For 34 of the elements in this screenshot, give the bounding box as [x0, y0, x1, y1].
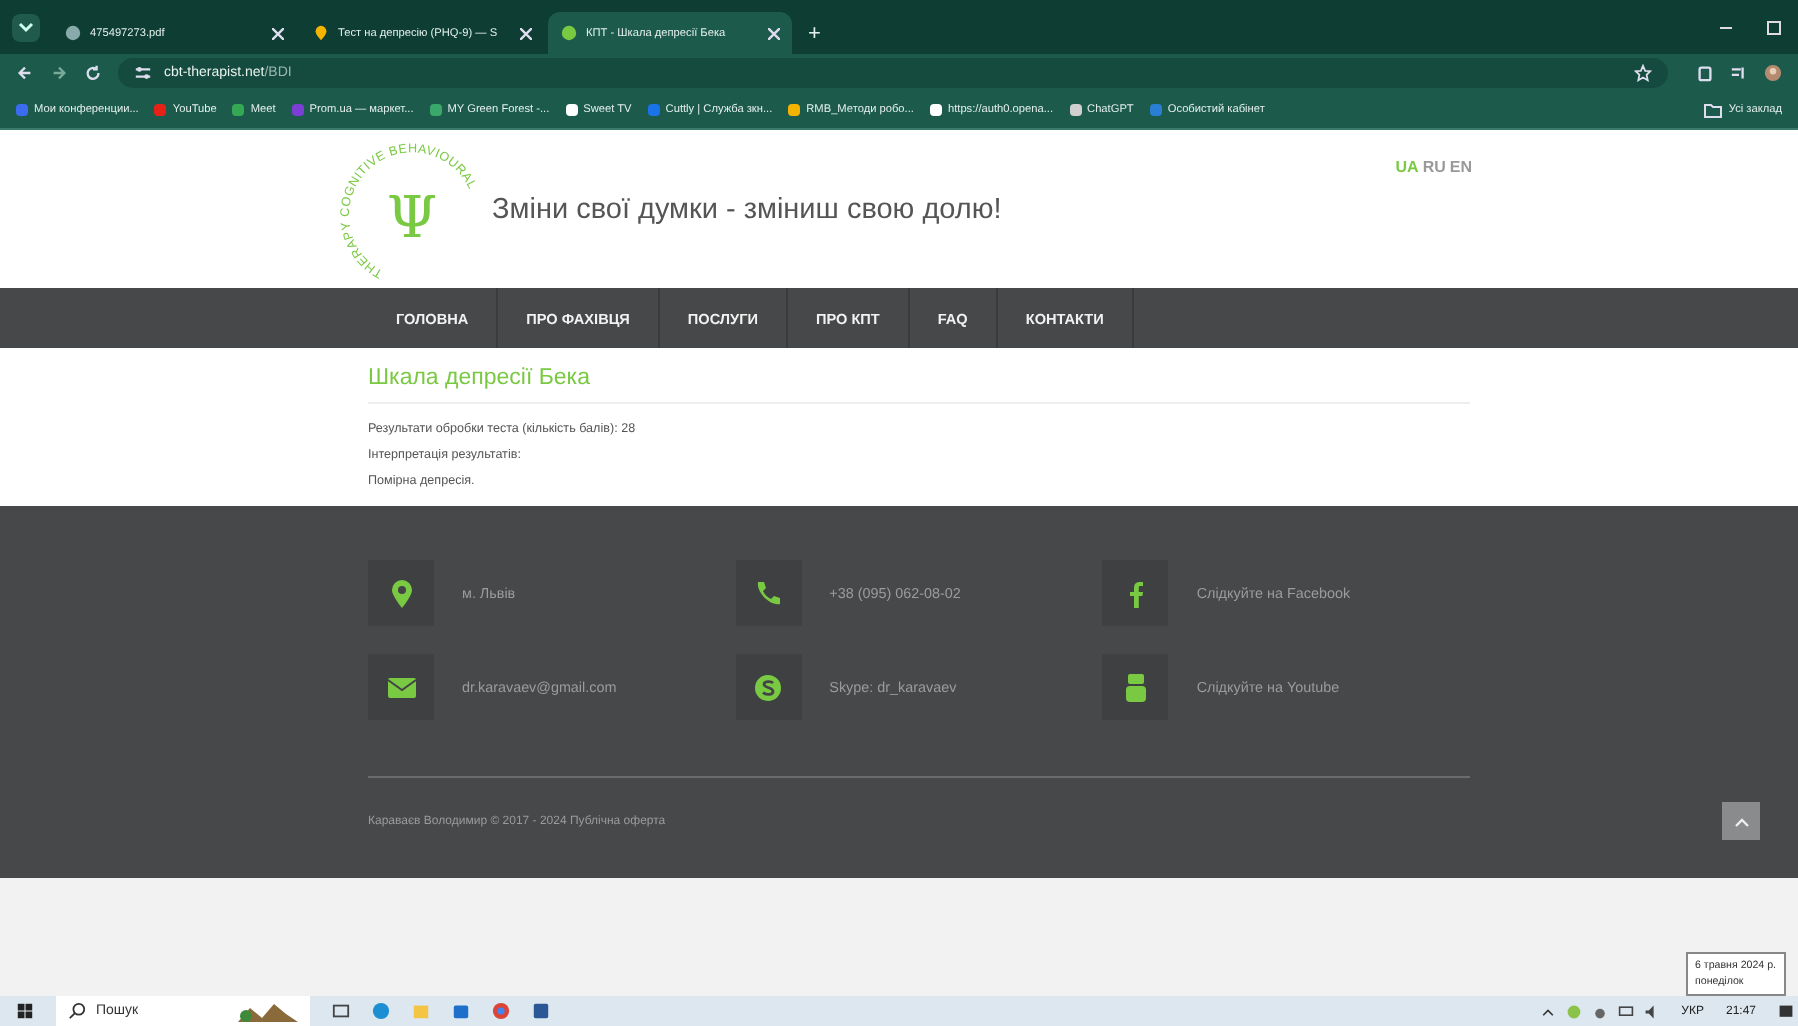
- pin-icon: [312, 24, 330, 42]
- word-icon[interactable]: [532, 1002, 550, 1020]
- skype-icon[interactable]: [735, 654, 802, 720]
- avatar-icon[interactable]: [1764, 64, 1782, 82]
- monitor-icon[interactable]: [1617, 1003, 1634, 1019]
- chrome-icon[interactable]: [492, 1002, 510, 1020]
- scroll-top-button[interactable]: [1722, 802, 1760, 840]
- windows-start-icon[interactable]: [16, 1002, 34, 1020]
- new-tab-button[interactable]: +: [808, 22, 821, 46]
- caret-icon: [1733, 815, 1749, 827]
- edge-icon[interactable]: [372, 1002, 390, 1020]
- youtube-icon[interactable]: [1102, 654, 1169, 720]
- media-icon[interactable]: [1730, 64, 1748, 82]
- star-icon[interactable]: [1634, 64, 1652, 82]
- chevron-icon: [18, 22, 34, 34]
- close-icon[interactable]: [520, 27, 532, 39]
- task-view-icon[interactable]: [332, 1002, 350, 1020]
- facebook-icon[interactable]: [1102, 560, 1169, 626]
- close-icon[interactable]: [768, 27, 780, 39]
- location-icon[interactable]: [368, 560, 434, 626]
- page-title: Шкала депресії Бека: [368, 366, 592, 390]
- reload-icon[interactable]: [84, 64, 102, 82]
- close-icon[interactable]: [272, 27, 284, 39]
- maximize-icon[interactable]: [1766, 20, 1782, 36]
- search-icon: [68, 1002, 86, 1020]
- site-settings-icon[interactable]: [134, 64, 152, 82]
- site-slogan: Зміни свої думки - зміниш свою долю!: [492, 194, 1002, 226]
- speaker-icon[interactable]: [1643, 1003, 1660, 1019]
- tab-search-button[interactable]: [12, 14, 40, 42]
- phone-icon[interactable]: [735, 560, 802, 626]
- envelope-icon[interactable]: [368, 654, 434, 720]
- forward-icon[interactable]: [50, 64, 68, 82]
- back-icon[interactable]: [16, 64, 34, 82]
- extension-icon[interactable]: [1696, 64, 1714, 82]
